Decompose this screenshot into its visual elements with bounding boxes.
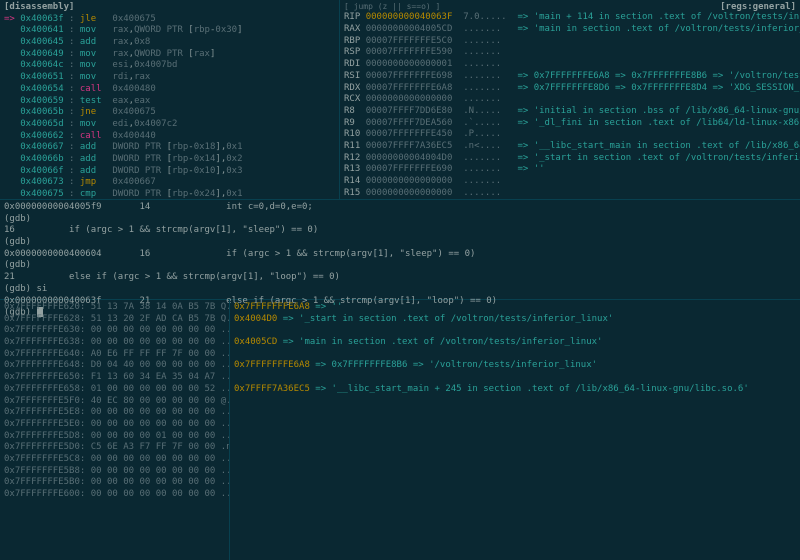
bottom-row: 0x7FFFFFFFE620: 51 13 7A 38 14 0A B5 7B … [0,300,800,560]
memory-row[interactable]: 0x7FFFFFFFE5E0: 00 00 00 00 00 00 00 00 … [4,419,225,431]
source-line[interactable]: (gdb) [4,260,796,272]
register-row[interactable]: R15 0000000000000000 ....... [344,188,796,199]
register-row[interactable]: R9 00007FFFF7DEA560 .`..... => '_dl_fini… [344,118,796,130]
register-row[interactable]: R10 00007FFFFFFFE450 .P..... [344,129,796,141]
register-row[interactable]: R8 00007FFFF7DD6E80 .N..... => 'initial … [344,106,796,118]
stack-row[interactable]: 0x7FFFFFFFE6A8 => '' [234,302,796,314]
register-row[interactable]: RSI 00007FFFFFFFE698 ....... => 0x7FFFFF… [344,71,796,83]
stack-row[interactable] [234,325,796,337]
memory-row[interactable]: 0x7FFFFFFFE5D8: 00 00 00 00 01 00 00 00 … [4,431,225,443]
top-row: [disassembly] => 0x40063f : jle 0x400675… [0,0,800,200]
memory-row[interactable]: 0x7FFFFFFFE620: 51 13 7A 38 14 0A B5 7B … [4,302,225,314]
disasm-row[interactable]: 0x400654 : call 0x400480 [4,84,335,96]
register-row[interactable]: R12 00000000004004D0 ....... => '_start … [344,153,796,165]
memory-row[interactable]: 0x7FFFFFFFE628: 51 13 20 2F AD CA B5 7B … [4,314,225,326]
register-row[interactable]: RCX 0000000000000000 ....... [344,94,796,106]
disasm-row[interactable]: 0x40066b : add DWORD PTR [rbp-0x14],0x2 [4,154,335,166]
source-line[interactable]: (gdb) [4,237,796,249]
disasm-row[interactable]: 0x40066f : add DWORD PTR [rbp-0x10],0x3 [4,166,335,178]
memory-row[interactable]: 0x7FFFFFFFE5F0: 40 EC 80 00 00 00 00 00 … [4,396,225,408]
memory-row[interactable]: 0x7FFFFFFFE5B8: 00 00 00 00 00 00 00 00 … [4,466,225,478]
stack-row[interactable]: 0x4005CD => 'main in section .text of /v… [234,337,796,349]
disasm-row[interactable]: 0x400659 : test eax,eax [4,96,335,108]
disasm-row[interactable]: 0x400645 : add rax,0x8 [4,37,335,49]
disasm-row[interactable]: => 0x40063f : jle 0x400675 [4,14,335,26]
stack-row[interactable] [234,349,796,361]
source-line[interactable]: 16 if (argc > 1 && strcmp(argv[1], "slee… [4,225,796,237]
disasm-row[interactable]: 0x40065d : mov edi,0x4007c2 [4,119,335,131]
register-row[interactable]: RSP 00007FFFFFFFE590 ....... [344,47,796,59]
source-line[interactable]: (gdb) si [4,284,796,296]
disassembly-pane[interactable]: [disassembly] => 0x40063f : jle 0x400675… [0,0,340,199]
register-row[interactable]: RIP 000000000040063F 7.0..... => 'main +… [344,12,796,24]
stack-row[interactable] [234,372,796,384]
debugger-window: [disassembly] => 0x40063f : jle 0x400675… [0,0,800,560]
stack-pane[interactable]: 0x7FFFFFFFE6A8 => ''0x4004D0 => '_start … [230,300,800,560]
source-line[interactable]: 21 else if (argc > 1 && strcmp(argv[1], … [4,272,796,284]
memory-row[interactable]: 0x7FFFFFFFE638: 00 00 00 00 00 00 00 00 … [4,337,225,349]
memory-row[interactable]: 0x7FFFFFFFE600: 00 00 00 00 00 00 00 00 … [4,489,225,501]
stack-row[interactable]: 0x7FFFF7A36EC5 => '__libc_start_main + 2… [234,384,796,396]
register-row[interactable]: R13 00007FFFFFFFE690 ....... => '' [344,164,796,176]
register-row[interactable]: RBP 00007FFFFFFFE5C0 ....... [344,36,796,48]
register-row[interactable]: R11 00007FFFF7A36EC5 .n<.... => '__libc_… [344,141,796,153]
register-row[interactable]: RDI 0000000000000001 ....... [344,59,796,71]
disasm-row[interactable]: 0x40065b : jne 0x400675 [4,107,335,119]
memory-row[interactable]: 0x7FFFFFFFE5B0: 00 00 00 00 00 00 00 00 … [4,477,225,489]
source-line[interactable]: 0x0000000000400604 16 if (argc > 1 && st… [4,249,796,261]
memory-row[interactable]: 0x7FFFFFFFE5D0: C5 6E A3 F7 FF 7F 00 00 … [4,442,225,454]
disasm-row[interactable]: 0x400641 : mov rax,QWORD PTR [rbp-0x30] [4,25,335,37]
memory-row[interactable]: 0x7FFFFFFFE5C8: 00 00 00 00 00 00 00 00 … [4,454,225,466]
disasm-row[interactable]: 0x400662 : call 0x400440 [4,131,335,143]
memory-pane[interactable]: 0x7FFFFFFFE620: 51 13 7A 38 14 0A B5 7B … [0,300,230,560]
memory-row[interactable]: 0x7FFFFFFFE658: 01 00 00 00 00 00 00 52 … [4,384,225,396]
disasm-row[interactable]: 0x40064c : mov esi,0x4007bd [4,60,335,72]
disasm-row[interactable]: 0x400667 : add DWORD PTR [rbp-0x18],0x1 [4,142,335,154]
memory-row[interactable]: 0x7FFFFFFFE630: 00 00 00 00 00 00 00 00 … [4,325,225,337]
register-row[interactable]: RAX 00000000004005CD ....... => 'main in… [344,24,796,36]
memory-row[interactable]: 0x7FFFFFFFE640: A0 E6 FF FF FF 7F 00 00 … [4,349,225,361]
stack-row[interactable]: 0x7FFFFFFFE6A8 => 0x7FFFFFFFE8B6 => '/vo… [234,360,796,372]
source-line[interactable]: (gdb) [4,214,796,226]
register-row[interactable]: R14 0000000000000000 ....... [344,176,796,188]
disasm-row[interactable]: 0x400675 : cmp DWORD PTR [rbp-0x24],0x1 [4,189,335,199]
source-pane[interactable]: 0x00000000004005f9 14 int c=0,d=0,e=0;(g… [0,200,800,300]
disasm-title: [disassembly] [4,2,74,12]
regs-title: [regs:general] [720,2,796,14]
register-row[interactable]: RDX 00007FFFFFFFE6A8 ....... => 0x7FFFFF… [344,83,796,95]
disasm-row[interactable]: 0x400649 : mov rax,QWORD PTR [rax] [4,49,335,61]
disasm-row[interactable]: 0x400651 : mov rdi,rax [4,72,335,84]
source-line[interactable]: 0x00000000004005f9 14 int c=0,d=0,e=0; [4,202,796,214]
memory-row[interactable]: 0x7FFFFFFFE5E8: 00 00 00 00 00 00 00 00 … [4,407,225,419]
memory-row[interactable]: 0x7FFFFFFFE650: F1 13 60 34 EA 35 04 A7 … [4,372,225,384]
stack-row[interactable]: 0x4004D0 => '_start in section .text of … [234,314,796,326]
registers-pane[interactable]: [regs:general] [ jump (z || s==o) ] RIP … [340,0,800,199]
disasm-row[interactable]: 0x400673 : jmp 0x400667 [4,177,335,189]
memory-row[interactable]: 0x7FFFFFFFE648: D0 04 40 00 00 00 00 00 … [4,360,225,372]
